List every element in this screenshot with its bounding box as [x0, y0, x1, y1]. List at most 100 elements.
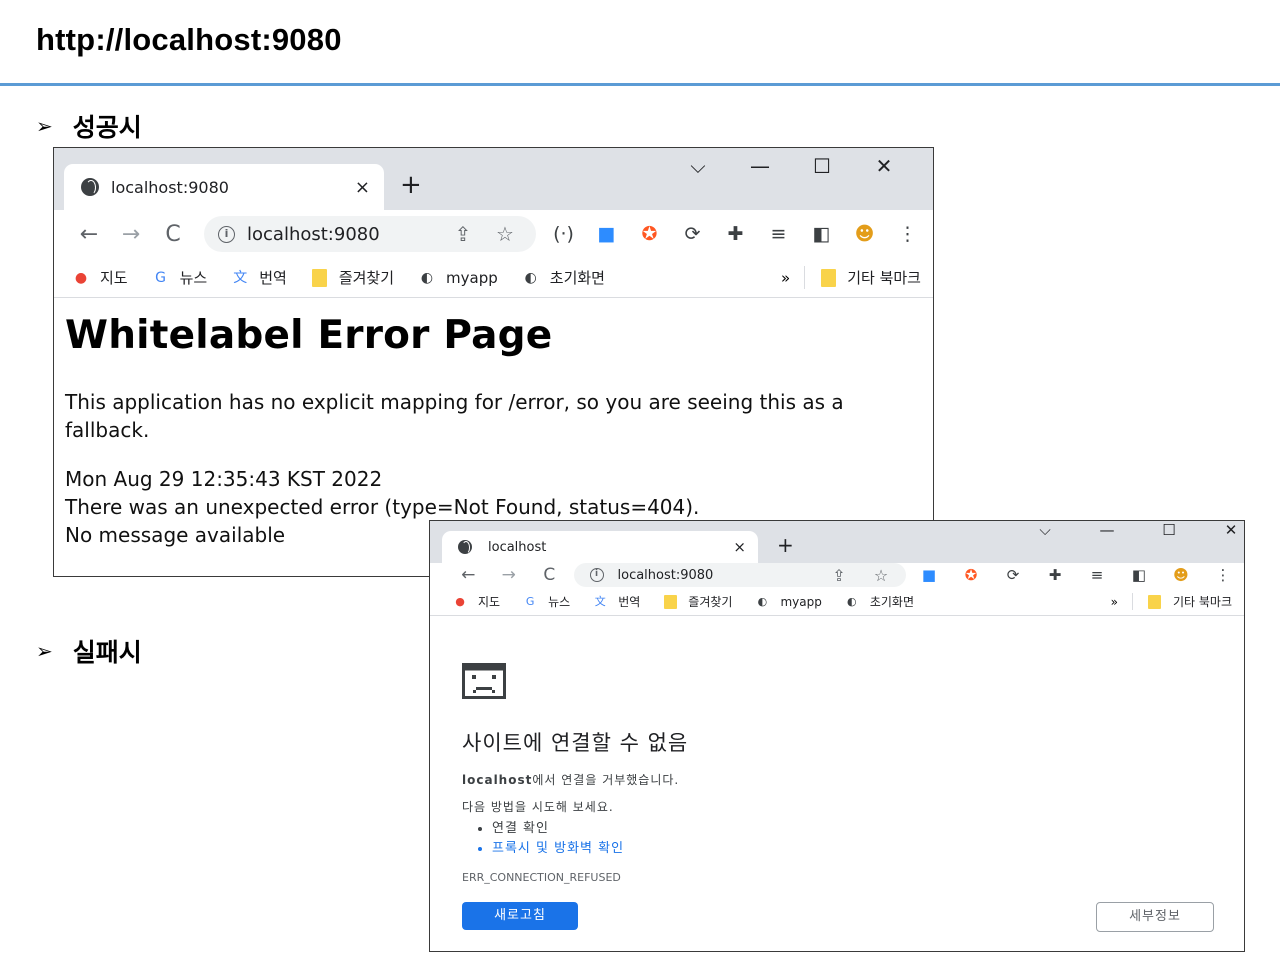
bookmark-news[interactable]: G 뉴스	[522, 593, 570, 610]
sidepanel-icon[interactable]: ◧	[1118, 566, 1160, 584]
bookmark-home[interactable]: ◐ 초기화면	[522, 267, 605, 288]
bookmark-label: 뉴스	[548, 595, 571, 609]
sidepanel-icon[interactable]: ◧	[800, 223, 843, 245]
globe-icon	[458, 540, 472, 554]
maps-icon: ●	[455, 594, 465, 608]
menu-kebab-icon[interactable]: ⋮	[1202, 566, 1244, 584]
bookmark-maps[interactable]: ● 지도	[72, 267, 128, 288]
refused-host: localhost	[462, 773, 533, 787]
bookmark-news[interactable]: G 뉴스	[152, 267, 207, 288]
forward-arrow-icon[interactable]: →	[489, 565, 530, 585]
page-content: 사이트에 연결할 수 없음 localhost에서 연결을 거부했습니다. 다음…	[462, 663, 1214, 951]
other-bookmarks[interactable]: 기타 북마크	[1147, 593, 1232, 610]
bookmark-myapp[interactable]: ◐ myapp	[418, 269, 498, 287]
suggestion-check-proxy-link[interactable]: 프록시 및 방화벽 확인	[492, 839, 1214, 859]
reload-icon[interactable]: C	[529, 565, 570, 585]
reload-icon[interactable]: C	[152, 222, 194, 247]
reload-button[interactable]: 새로고침	[462, 902, 578, 930]
news-icon: G	[525, 594, 535, 608]
puzzle-ext-icon[interactable]: ✚	[714, 223, 757, 245]
site-info-icon[interactable]: i	[218, 225, 235, 243]
address-url[interactable]: localhost:9080	[618, 568, 818, 583]
globe-icon	[81, 178, 99, 196]
window-controls: ⌵ — ☐ ✕	[1014, 521, 1244, 539]
sync-ext-icon[interactable]: ⟳	[992, 566, 1034, 584]
new-tab-button[interactable]: +	[777, 533, 794, 557]
error-code: ERR_CONNECTION_REFUSED	[462, 871, 621, 884]
browser-toolbar: ← → C i localhost:9080 ⇪ ☆ ■ ✪ ⟳ ✚ ≡ ◧ ☻ ⋮	[430, 563, 1244, 587]
bookmark-home[interactable]: ◐ 초기화면	[844, 593, 914, 610]
bookmark-label: 즐겨찾기	[688, 595, 733, 609]
media-control-icon[interactable]: ≡	[1076, 566, 1118, 584]
more-bookmarks-icon[interactable]: »	[1111, 595, 1118, 609]
address-bar[interactable]: i localhost:9080 ⇪ ☆	[204, 216, 536, 252]
bullet-failure: ➢ 실패시	[36, 633, 142, 669]
bookmark-translate[interactable]: 文 번역	[231, 267, 287, 288]
other-bookmarks[interactable]: 기타 북마크	[819, 267, 921, 288]
lifebuoy-ext-icon[interactable]: ✪	[950, 566, 992, 584]
tab-search-icon[interactable]: ⌵	[1014, 521, 1076, 539]
browser-tab[interactable]: localhost ×	[442, 531, 758, 563]
profile-avatar-icon[interactable]: ☻	[1160, 566, 1202, 584]
bullet-arrow-icon: ➢	[36, 114, 53, 138]
close-window-icon[interactable]: ✕	[1200, 521, 1244, 539]
details-button[interactable]: 세부정보	[1096, 902, 1214, 932]
bookmark-myapp[interactable]: ◐ myapp	[754, 594, 822, 609]
bookmark-label: 지도	[100, 269, 128, 287]
address-bar[interactable]: i localhost:9080 ⇪ ☆	[573, 563, 906, 587]
zoom-ext-icon[interactable]: ■	[585, 223, 628, 245]
tab-search-icon[interactable]: ⌵	[667, 154, 729, 178]
back-arrow-icon[interactable]: ←	[448, 565, 489, 585]
share-icon[interactable]: ⇪	[442, 222, 484, 246]
fallback-text: This application has no explicit mapping…	[65, 390, 844, 442]
address-url[interactable]: localhost:9080	[247, 224, 442, 245]
tab-close-icon[interactable]: ×	[355, 177, 370, 198]
sync-ext-icon[interactable]: ⟳	[671, 223, 714, 245]
puzzle-ext-icon[interactable]: ✚	[1034, 566, 1076, 584]
bookmark-maps[interactable]: ● 지도	[452, 593, 500, 610]
lifebuoy-ext-icon[interactable]: ✪	[628, 223, 671, 245]
minimize-icon[interactable]: —	[1076, 521, 1138, 539]
zoom-ext-icon[interactable]: ■	[908, 566, 950, 584]
tab-strip: localhost:9080 × + ⌵ — ☐ ✕	[54, 148, 933, 210]
back-arrow-icon[interactable]: ←	[68, 222, 110, 247]
maximize-icon[interactable]: ☐	[791, 154, 853, 178]
other-bookmarks-label: 기타 북마크	[1172, 595, 1232, 609]
bookmark-label: myapp	[446, 268, 498, 287]
bookmark-translate[interactable]: 文 번역	[592, 593, 641, 610]
bookmark-favorites[interactable]: 즐겨찾기	[311, 267, 394, 288]
close-window-icon[interactable]: ✕	[853, 154, 915, 178]
bookmark-label: 초기화면	[869, 595, 915, 609]
star-icon[interactable]: ☆	[484, 222, 526, 246]
home-icon: ◐	[524, 269, 537, 286]
bookmark-favorites[interactable]: 즐겨찾기	[662, 593, 732, 610]
star-icon[interactable]: ☆	[860, 566, 902, 585]
folder-icon	[311, 268, 329, 287]
code-ext-icon[interactable]: (·)	[542, 223, 585, 245]
refused-message: localhost에서 연결을 거부했습니다.	[462, 771, 1214, 788]
maximize-icon[interactable]: ☐	[1138, 521, 1200, 539]
refused-text: 에서 연결을 거부했습니다.	[532, 773, 680, 787]
bullet-success-label: 성공시	[72, 113, 142, 142]
share-icon[interactable]: ⇪	[818, 566, 860, 585]
bullet-arrow-icon: ➢	[36, 639, 53, 663]
extensions-area: (·) ■ ✪ ⟳ ✚ ≡ ◧ ☻ ⋮	[542, 223, 929, 245]
media-control-icon[interactable]: ≡	[757, 223, 800, 245]
bookmark-label: myapp	[780, 594, 822, 609]
myapp-icon: ◐	[420, 269, 434, 286]
translate-icon: 文	[594, 594, 606, 608]
site-info-icon[interactable]: i	[589, 568, 604, 582]
forward-arrow-icon[interactable]: →	[110, 222, 152, 247]
minimize-icon[interactable]: —	[729, 154, 791, 178]
browser-tab[interactable]: localhost:9080 ×	[64, 164, 384, 210]
more-bookmarks-icon[interactable]: »	[781, 269, 790, 287]
profile-avatar-icon[interactable]: ☻	[843, 223, 886, 245]
tab-close-icon[interactable]: ×	[733, 538, 746, 556]
bookmark-label: 번역	[618, 595, 641, 609]
bullet-success: ➢ 성공시	[36, 108, 142, 144]
window-controls: ⌵ — ☐ ✕	[667, 154, 915, 178]
menu-kebab-icon[interactable]: ⋮	[886, 223, 929, 245]
new-tab-button[interactable]: +	[400, 170, 422, 200]
extensions-area: ■ ✪ ⟳ ✚ ≡ ◧ ☻ ⋮	[908, 566, 1244, 584]
tab-strip: localhost × + ⌵ — ☐ ✕	[430, 521, 1244, 563]
